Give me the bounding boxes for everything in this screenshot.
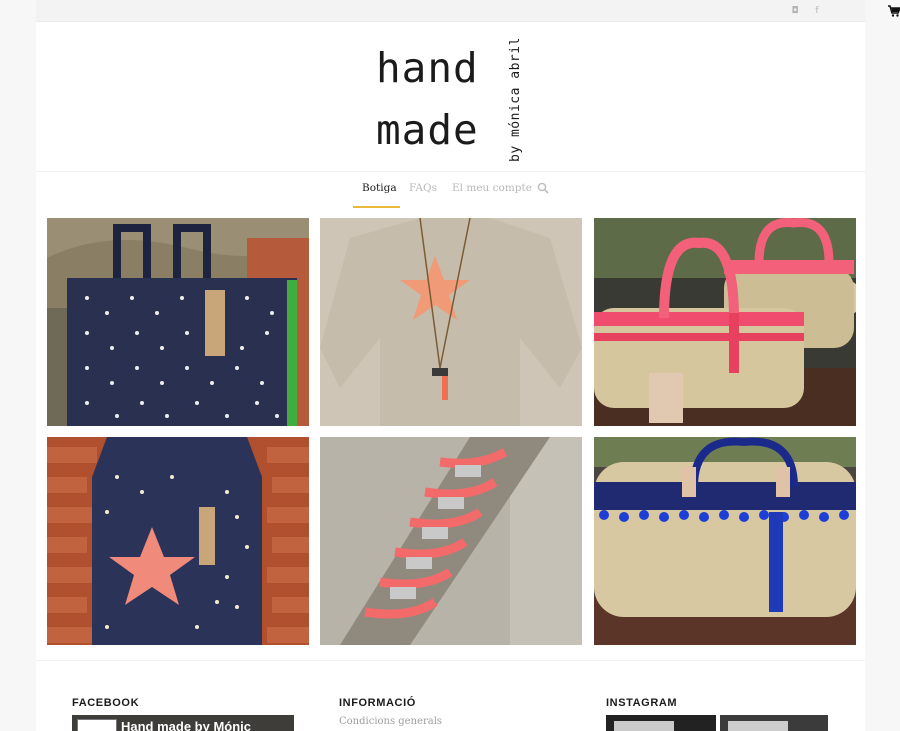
logo-byline: by mónica abril: [508, 37, 523, 162]
search-icon[interactable]: [537, 182, 549, 194]
product-tile-star-tote[interactable]: [47, 218, 309, 426]
product-tile-navy-star-bag[interactable]: [47, 437, 309, 645]
logo-line-hand: hand: [376, 44, 479, 92]
nav-item-el-meu-compte[interactable]: El meu compte: [452, 182, 532, 194]
instagram-thumbnail[interactable]: [720, 715, 828, 731]
footer-facebook-title: FACEBOOK: [72, 697, 140, 709]
footer-link-condicions-generals[interactable]: Condicions generals: [339, 716, 442, 727]
nav-active-indicator: [353, 206, 400, 208]
facebook-page-widget[interactable]: Hand made by Mónic: [72, 715, 294, 731]
product-tile-coral-bracelets[interactable]: [320, 437, 582, 645]
facebook-icon[interactable]: f: [811, 5, 823, 17]
footer-divider: [36, 660, 865, 661]
nav-divider: [36, 171, 865, 172]
product-tile-navy-basket[interactable]: [594, 437, 856, 645]
facebook-page-name[interactable]: Hand made by Mónic: [121, 719, 251, 731]
nav-item-faqs[interactable]: FAQs: [409, 182, 437, 194]
logo-line-made: made: [376, 106, 479, 154]
instagram-thumbnail-image: [728, 721, 788, 731]
top-bar: ◘ f: [36, 0, 865, 22]
site-logo[interactable]: hand made by mónica abril: [372, 34, 532, 164]
product-tile-coral-baskets[interactable]: [594, 218, 856, 426]
footer-info-title: INFORMACIÓ: [339, 697, 416, 709]
instagram-icon[interactable]: ◘: [789, 5, 801, 17]
footer-instagram-title: INSTAGRAM: [606, 697, 678, 709]
facebook-page-thumbnail: [77, 719, 117, 731]
product-tile-star-sweater[interactable]: [320, 218, 582, 426]
instagram-thumbnail-image: [614, 721, 674, 731]
instagram-thumbnail[interactable]: [606, 715, 716, 731]
nav-item-botiga[interactable]: Botiga: [362, 182, 397, 194]
cart-icon[interactable]: [887, 4, 900, 18]
